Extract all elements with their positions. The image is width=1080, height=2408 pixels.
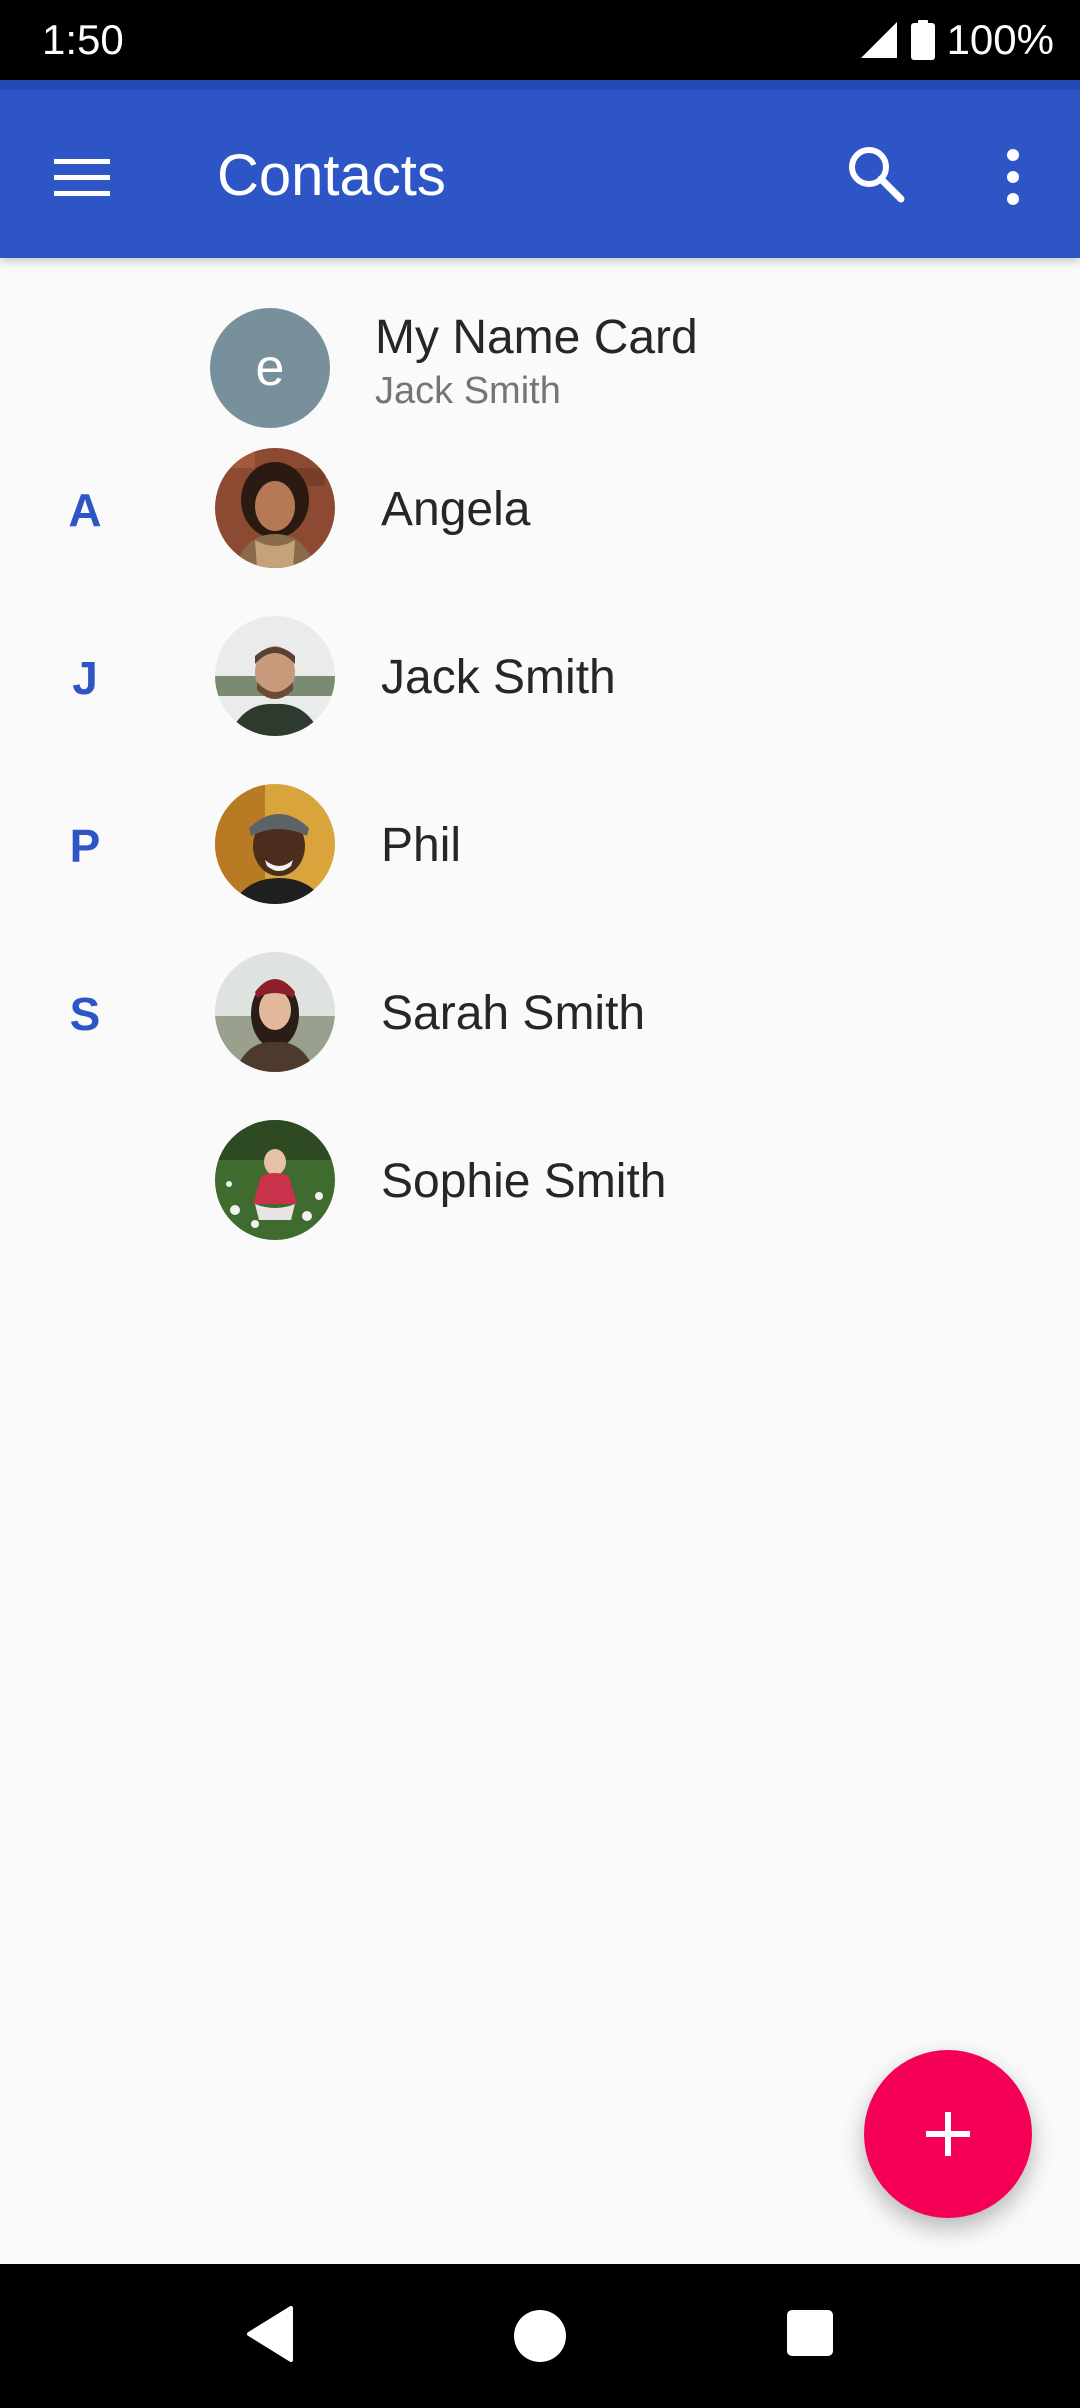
section-letter: P (69, 820, 101, 872)
menu-icon[interactable] (52, 153, 112, 201)
avatar: e (210, 308, 330, 428)
section-letter: A (68, 484, 102, 536)
status-time: 1:50 (42, 16, 124, 63)
name-card-subtitle: Jack Smith (375, 370, 561, 412)
list-item[interactable]: J Jack Smith (0, 594, 1080, 762)
battery-icon (910, 20, 935, 60)
status-bar: 1:50 100% (0, 0, 1080, 80)
contact-name: Jack Smith (381, 651, 616, 704)
name-card-title: My Name Card (375, 311, 698, 364)
app-bar: Contacts (0, 80, 1080, 258)
add-contact-button[interactable] (864, 2050, 1032, 2218)
contact-name: Sophie Smith (381, 1155, 667, 1208)
list-item[interactable]: S Sarah Smith (0, 930, 1080, 1098)
list-item[interactable]: Sophie Smith (0, 1098, 1080, 1266)
battery-percent: 100% (946, 16, 1054, 63)
contact-name: Angela (381, 483, 531, 536)
signal-icon (859, 20, 899, 60)
contact-name: Phil (381, 819, 462, 872)
avatar (215, 784, 335, 904)
add-icon (926, 2112, 970, 2156)
more-vert-icon[interactable] (993, 147, 1033, 207)
avatar (215, 952, 335, 1072)
search-icon[interactable] (844, 142, 908, 206)
list-item[interactable]: A Angela (0, 426, 1080, 594)
avatar (215, 1120, 335, 1240)
back-icon[interactable] (243, 2304, 297, 2364)
contact-name: Sarah Smith (381, 987, 646, 1040)
avatar-letter: e (255, 339, 285, 397)
list-item[interactable]: P Phil (0, 762, 1080, 930)
avatar (215, 616, 335, 736)
navigation-bar (0, 2264, 1080, 2408)
home-icon[interactable] (513, 2309, 567, 2363)
section-letter: J (72, 652, 98, 704)
status-icons: 100% (859, 14, 1054, 66)
avatar (215, 448, 335, 568)
recents-icon[interactable] (786, 2309, 834, 2357)
page-title: Contacts (217, 143, 446, 208)
section-letter: S (69, 988, 101, 1040)
